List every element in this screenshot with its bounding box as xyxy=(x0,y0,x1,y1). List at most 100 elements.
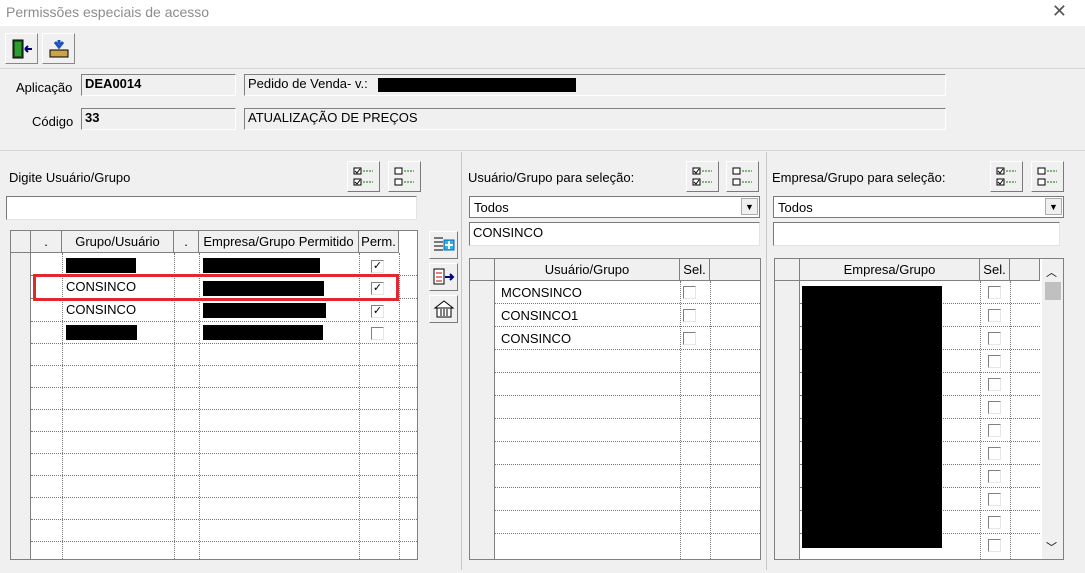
deselect-all-icon xyxy=(394,167,414,185)
sel-checkbox[interactable] xyxy=(988,447,1001,460)
right-deselect-all-button[interactable] xyxy=(1031,161,1064,192)
list-item[interactable]: CONSINCO xyxy=(501,328,571,350)
perm-checkbox[interactable]: ✓ xyxy=(371,260,384,273)
scroll-down-icon[interactable]: ﹀ xyxy=(1046,539,1057,555)
add-permission-button[interactable] xyxy=(429,231,458,259)
middle-select-all-button[interactable] xyxy=(686,161,719,192)
col-divider xyxy=(399,253,400,559)
redacted-empresa xyxy=(203,325,323,340)
row-line xyxy=(495,441,760,442)
grid-header-sel[interactable]: Sel. xyxy=(680,259,710,281)
table-row-user: CONSINCO xyxy=(66,302,137,317)
row-line xyxy=(31,343,417,344)
middle-deselect-all-button[interactable] xyxy=(726,161,759,192)
deselect-all-icon xyxy=(732,167,752,185)
grid-header-sel[interactable]: Sel. xyxy=(980,259,1010,281)
sel-checkbox[interactable] xyxy=(988,355,1001,368)
grid-header-usuario-grupo[interactable]: Usuário/Grupo xyxy=(495,259,680,281)
perm-checkbox[interactable]: ✓ xyxy=(371,305,384,318)
middle-filter-select[interactable]: Todos ▼ xyxy=(469,196,760,218)
transfer-rows-icon xyxy=(433,268,454,285)
row-line xyxy=(31,541,417,542)
grid-header-indicator xyxy=(11,231,31,253)
left-search-input[interactable] xyxy=(6,196,417,220)
row-line xyxy=(495,372,760,373)
panel-divider xyxy=(461,152,462,570)
row-line xyxy=(31,431,417,432)
row-line xyxy=(495,533,760,534)
middle-filter-value: Todos xyxy=(474,200,509,215)
row-line xyxy=(495,510,760,511)
sel-checkbox[interactable] xyxy=(683,286,696,299)
user-selection-grid: Usuário/Grupo Sel. MCONSINCO CONSINCO1 C… xyxy=(469,258,761,560)
deselect-all-icon xyxy=(1037,167,1057,185)
sel-checkbox[interactable] xyxy=(988,286,1001,299)
scrollbar-thumb[interactable] xyxy=(1045,282,1061,300)
sel-checkbox[interactable] xyxy=(988,401,1001,414)
right-panel-label: Empresa/Grupo para seleção: xyxy=(772,170,946,185)
grid-header-empresa-grupo[interactable]: Empresa/Grupo xyxy=(800,259,980,281)
list-item[interactable]: MCONSINCO xyxy=(501,282,582,304)
toolbar-divider xyxy=(0,68,1085,69)
sel-checkbox[interactable] xyxy=(988,539,1001,552)
header-divider xyxy=(0,150,1085,151)
select-all-icon xyxy=(353,167,373,185)
sel-checkbox[interactable] xyxy=(988,470,1001,483)
transfer-button[interactable] xyxy=(429,263,458,291)
grid-header-filler xyxy=(1010,259,1040,281)
sel-checkbox[interactable] xyxy=(988,378,1001,391)
grid-header-empresa[interactable]: Empresa/Grupo Permitido xyxy=(199,231,359,253)
col-divider xyxy=(680,281,681,559)
right-select-all-button[interactable] xyxy=(990,161,1023,192)
sel-checkbox[interactable] xyxy=(683,332,696,345)
perm-checkbox[interactable] xyxy=(371,327,384,340)
sel-checkbox[interactable] xyxy=(988,424,1001,437)
row-line xyxy=(495,487,760,488)
right-search-input[interactable] xyxy=(773,222,1060,246)
select-all-icon xyxy=(996,167,1016,185)
row-line xyxy=(31,387,417,388)
col-divider xyxy=(1010,281,1011,559)
vertical-scrollbar[interactable] xyxy=(1042,259,1063,559)
chevron-down-icon[interactable]: ▼ xyxy=(741,198,758,215)
right-filter-select[interactable]: Todos ▼ xyxy=(773,196,1064,218)
left-select-all-button[interactable] xyxy=(347,161,380,192)
exit-button[interactable] xyxy=(5,33,38,64)
aplicacao-description-text: Pedido de Venda- v.: xyxy=(248,76,368,91)
exit-door-icon xyxy=(12,39,32,58)
company-selection-grid: Empresa/Grupo Sel. ︿ ﹀ xyxy=(774,258,1064,560)
select-all-icon xyxy=(692,167,712,185)
grid-header-dot1: . xyxy=(31,231,62,253)
sel-checkbox[interactable] xyxy=(988,516,1001,529)
sel-checkbox[interactable] xyxy=(988,332,1001,345)
chevron-down-icon[interactable]: ▼ xyxy=(1045,198,1062,215)
col-divider xyxy=(710,281,711,559)
grid-header-dot2: . xyxy=(174,231,199,253)
row-line xyxy=(31,321,417,322)
sel-checkbox[interactable] xyxy=(988,493,1001,506)
save-button[interactable] xyxy=(42,33,75,64)
list-item[interactable]: CONSINCO1 xyxy=(501,305,578,327)
grid-header-perm[interactable]: Perm. xyxy=(359,231,399,253)
codigo-field: 33 xyxy=(81,108,236,130)
aplicacao-description: Pedido de Venda- v.: xyxy=(244,74,946,96)
grid-header-grupo-usuario[interactable]: Grupo/Usuário xyxy=(62,231,174,253)
row-line xyxy=(31,475,417,476)
apply-button[interactable] xyxy=(429,295,458,323)
grid-header-filler xyxy=(710,259,760,281)
row-line xyxy=(31,409,417,410)
redacted-empresa xyxy=(203,303,326,318)
row-line xyxy=(31,365,417,366)
sel-checkbox[interactable] xyxy=(988,309,1001,322)
sel-checkbox[interactable] xyxy=(683,309,696,322)
close-icon[interactable]: ✕ xyxy=(1052,1,1067,22)
middle-panel-label: Usuário/Grupo para seleção: xyxy=(468,170,635,185)
row-line xyxy=(31,519,417,520)
window-title: Permissões especiais de acesso xyxy=(6,4,210,20)
redacted-company-list xyxy=(802,286,942,548)
scroll-up-icon[interactable]: ︿ xyxy=(1046,264,1057,280)
middle-search-input[interactable]: CONSINCO xyxy=(469,222,760,246)
building-icon xyxy=(433,300,454,318)
left-deselect-all-button[interactable] xyxy=(388,161,421,192)
row-indicator-column xyxy=(11,253,31,559)
